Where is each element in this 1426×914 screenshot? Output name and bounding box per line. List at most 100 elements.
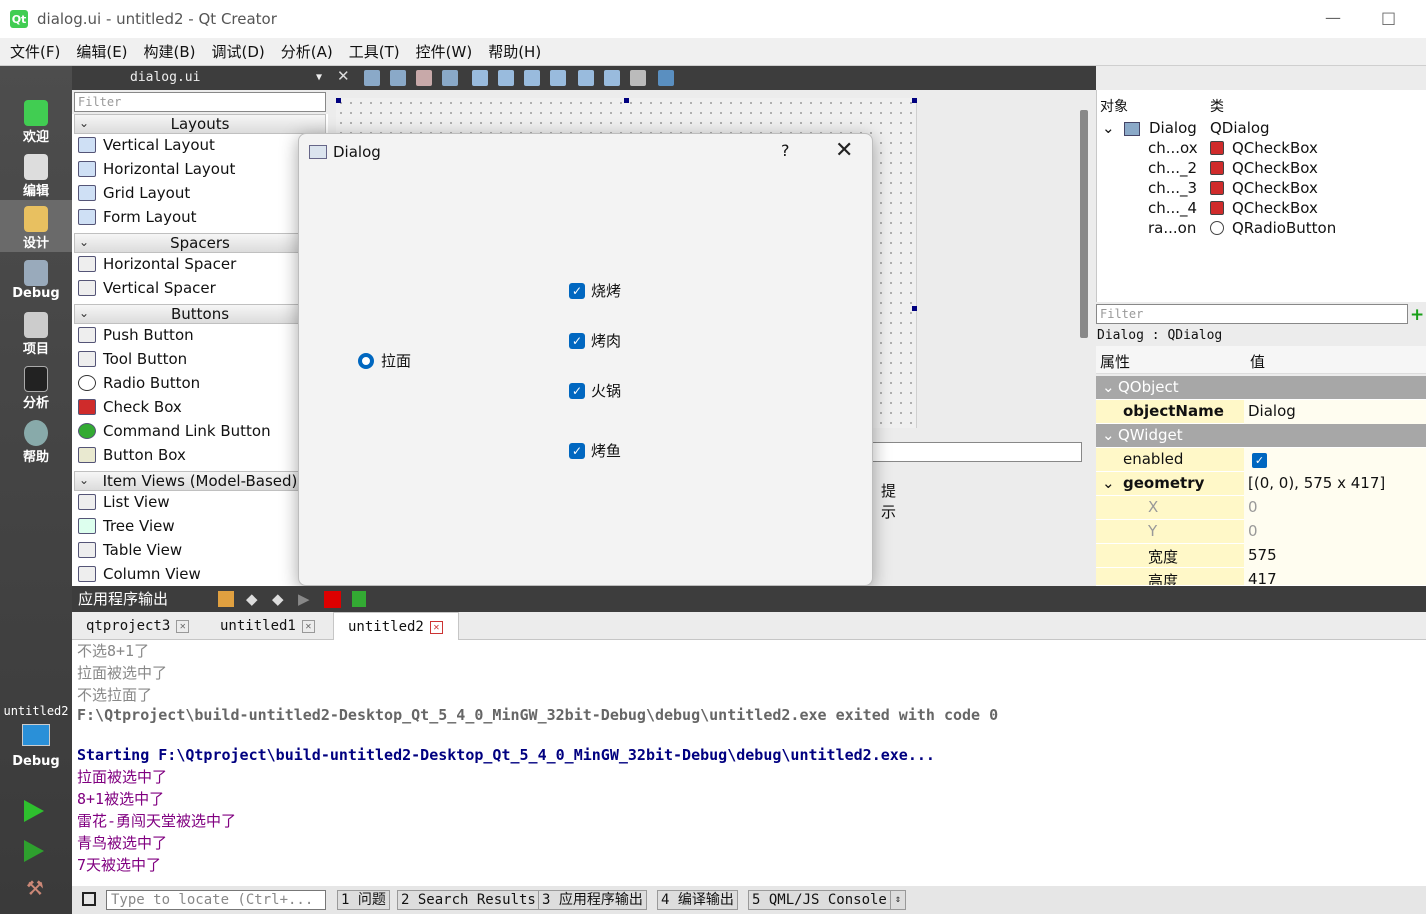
widget-radio-button[interactable]: Radio Button	[78, 374, 200, 398]
resize-handle[interactable]	[912, 306, 917, 311]
widget-horizontal-spacer[interactable]: Horizontal Spacer	[78, 255, 236, 279]
close-tab-icon[interactable]: ✕	[429, 621, 443, 634]
widget-command-link-button[interactable]: Command Link Button	[78, 422, 271, 446]
checkbox-3[interactable]: ✓ 火锅	[569, 380, 621, 401]
checkbox-1[interactable]: ✓ 烧烤	[569, 280, 621, 301]
category-spacers[interactable]: ⌄ Spacers	[74, 233, 326, 253]
checkbox-4[interactable]: ✓ 烤鱼	[569, 440, 621, 461]
object-row[interactable]: ⌄ Dialog QDialog	[1096, 119, 1426, 139]
widget-button-box[interactable]: Button Box	[78, 446, 186, 470]
prop-value[interactable]: 0	[1244, 496, 1426, 520]
prop-objectname[interactable]: objectName Dialog	[1096, 400, 1426, 424]
pane-compile-output[interactable]: 4 编译输出	[657, 890, 738, 910]
radio-lamian[interactable]: 拉面	[358, 350, 411, 371]
pane-qml-console[interactable]: 5 QML/JS Console	[748, 890, 891, 910]
mode-design[interactable]: 设计	[0, 200, 72, 252]
layout-vertical-icon[interactable]	[498, 70, 514, 86]
edit-buddies-icon[interactable]	[416, 70, 432, 86]
action-editor-input[interactable]	[872, 442, 1082, 462]
mode-projects[interactable]: 项目	[0, 306, 72, 358]
widget-tree-view[interactable]: Tree View	[78, 517, 175, 541]
widget-list-view[interactable]: List View	[78, 493, 170, 517]
next-item-icon[interactable]: ◆	[272, 586, 284, 612]
object-row[interactable]: ch...ox QCheckBox	[1096, 139, 1426, 159]
menu-build[interactable]: 构建(B)	[144, 41, 196, 62]
category-buttons[interactable]: ⌄ Buttons	[74, 304, 326, 324]
prop-value[interactable]: 417	[1244, 568, 1426, 585]
dialog-help-button[interactable]: ?	[781, 141, 790, 160]
toggle-sidebar-icon[interactable]	[82, 892, 96, 906]
add-dynamic-property-icon[interactable]: +	[1410, 305, 1424, 325]
property-filter-input[interactable]: Filter	[1096, 304, 1408, 324]
menu-help[interactable]: 帮助(H)	[488, 41, 541, 62]
layout-splitter-v-icon[interactable]	[550, 70, 566, 86]
layout-horizontal-icon[interactable]	[472, 70, 488, 86]
widget-push-button[interactable]: Push Button	[78, 326, 194, 350]
attach-debugger-icon[interactable]	[352, 591, 366, 607]
locator-input[interactable]: Type to locate (Ctrl+...	[106, 890, 326, 910]
prop-width[interactable]: 宽度 575	[1096, 544, 1426, 568]
object-row[interactable]: ra...on QRadioButton	[1096, 219, 1426, 239]
prop-value[interactable]: 575	[1244, 544, 1426, 568]
kit-selector[interactable]: untitled2 Debug	[0, 700, 72, 790]
menu-debug[interactable]: 调试(D)	[212, 41, 265, 62]
dialog-close-button[interactable]: ✕	[835, 138, 853, 163]
close-document-button[interactable]: ✕	[337, 67, 350, 85]
widget-filter-input[interactable]: Filter	[74, 92, 326, 112]
widget-vertical-spacer[interactable]: Vertical Spacer	[78, 279, 216, 303]
widget-table-view[interactable]: Table View	[78, 541, 182, 565]
widget-check-box[interactable]: Check Box	[78, 398, 182, 422]
checkbox-2[interactable]: ✓ 烤肉	[569, 330, 621, 351]
prop-y[interactable]: Y0	[1096, 520, 1426, 544]
close-tab-icon[interactable]: ✕	[176, 620, 190, 633]
pane-issues[interactable]: 1 问题	[337, 890, 390, 910]
prop-value[interactable]: 0	[1244, 520, 1426, 544]
break-layout-icon[interactable]	[630, 70, 646, 86]
resize-handle[interactable]	[624, 98, 629, 103]
canvas-scrollbar[interactable]	[1080, 110, 1088, 338]
enabled-checkbox[interactable]: ✓	[1252, 453, 1267, 468]
category-layouts[interactable]: ⌄ Layouts	[74, 114, 326, 134]
widget-horizontal-layout[interactable]: Horizontal Layout	[78, 160, 235, 184]
tab-untitled2[interactable]: untitled2 ✕	[333, 612, 459, 640]
widget-grid-layout[interactable]: Grid Layout	[78, 184, 190, 208]
edit-widgets-icon[interactable]	[364, 70, 380, 86]
stop-icon[interactable]	[324, 591, 341, 608]
widget-column-view[interactable]: Column View	[78, 565, 201, 586]
menu-tools[interactable]: 工具(T)	[349, 41, 400, 62]
layout-grid-icon[interactable]	[604, 70, 620, 86]
widget-tool-button[interactable]: Tool Button	[78, 350, 187, 374]
run-icon[interactable]	[24, 800, 44, 822]
tab-qtproject3[interactable]: qtproject3 ✕	[72, 612, 202, 640]
debug-run-icon[interactable]	[24, 840, 44, 862]
mode-edit[interactable]: 编辑	[0, 148, 72, 200]
resize-handle[interactable]	[912, 98, 917, 103]
layout-splitter-h-icon[interactable]	[524, 70, 540, 86]
mode-welcome[interactable]: 欢迎	[0, 94, 72, 146]
group-qobject[interactable]: ⌄ QObject	[1096, 376, 1426, 400]
group-qwidget[interactable]: ⌄ QWidget	[1096, 424, 1426, 448]
category-item-views[interactable]: ⌄ Item Views (Model-Based)	[74, 471, 326, 491]
build-hammer-icon[interactable]: ⚒	[26, 876, 48, 900]
edit-tab-order-icon[interactable]	[442, 70, 458, 86]
resize-handle[interactable]	[336, 98, 341, 103]
prop-value[interactable]: [(0, 0), 575 x 417]	[1244, 472, 1426, 496]
prop-x[interactable]: X0	[1096, 496, 1426, 520]
application-output[interactable]: 不选8+1了 拉面被选中了 不选拉面了 F:\Qtproject\build-u…	[72, 640, 1426, 886]
pane-app-output[interactable]: 3 应用程序输出	[538, 890, 647, 910]
pane-search-results[interactable]: 2 Search Results	[397, 890, 540, 910]
widget-form-layout[interactable]: Form Layout	[78, 208, 197, 232]
object-row[interactable]: ch..._4 QCheckBox	[1096, 199, 1426, 219]
minimize-button[interactable]: —	[1325, 8, 1341, 27]
widget-vertical-layout[interactable]: Vertical Layout	[78, 136, 215, 160]
prev-item-icon[interactable]: ◆	[246, 586, 258, 612]
prop-geometry[interactable]: ⌄ geometry [(0, 0), 575 x 417]	[1096, 472, 1426, 496]
layout-form-icon[interactable]	[578, 70, 594, 86]
menu-file[interactable]: 文件(F)	[10, 41, 60, 62]
edit-signals-icon[interactable]	[390, 70, 406, 86]
clear-output-icon[interactable]	[218, 591, 234, 607]
editor-file-selector[interactable]: dialog.ui ▼	[72, 66, 330, 90]
object-row[interactable]: ch..._2 QCheckBox	[1096, 159, 1426, 179]
object-row[interactable]: ch..._3 QCheckBox	[1096, 179, 1426, 199]
prop-value[interactable]: Dialog	[1244, 400, 1426, 424]
